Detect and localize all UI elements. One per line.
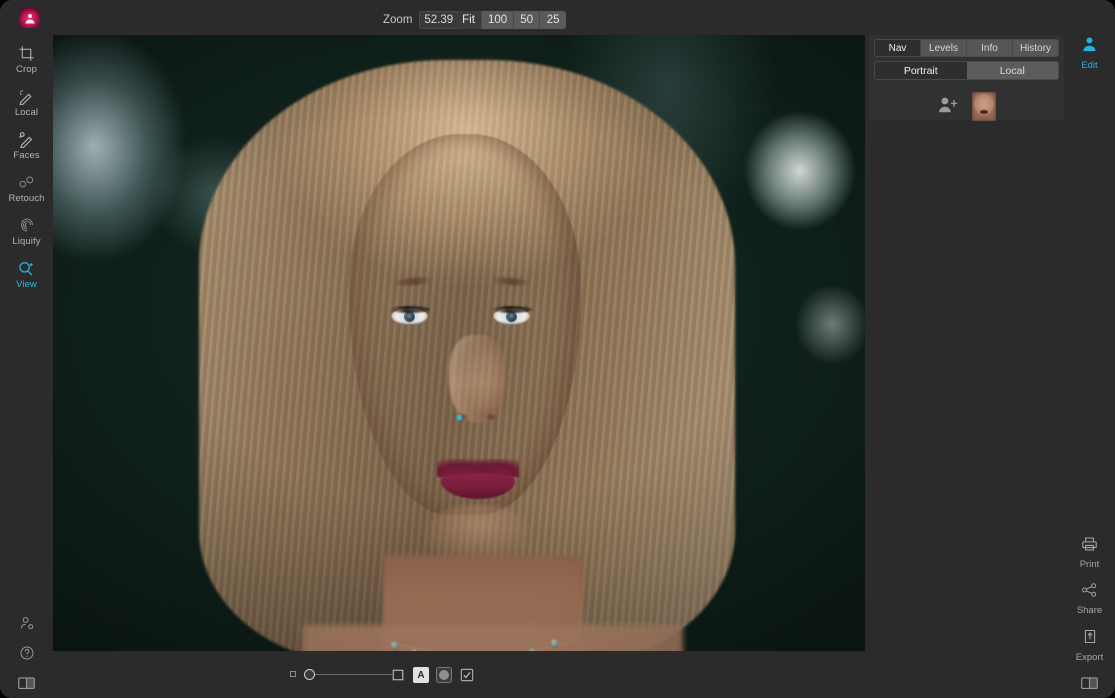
tool-retouch-label: Retouch	[8, 193, 45, 204]
slider-group	[290, 668, 392, 680]
top-toolbar: Zoom 52.39 Fit 100 50 25	[0, 0, 1115, 35]
left-toolbar: Crop Local Faces Retouch Liquify View	[0, 35, 53, 698]
share-nodes-icon	[1081, 582, 1098, 603]
retouch-marker	[457, 415, 462, 420]
export-upload-icon	[1082, 628, 1098, 650]
tool-view-label: View	[16, 279, 37, 290]
tab-levels[interactable]: Levels	[921, 40, 967, 56]
edit-label: Edit	[1081, 60, 1098, 71]
fit-button[interactable]: Fit	[456, 11, 482, 29]
tool-crop[interactable]: Crop	[0, 44, 53, 78]
zoom-slider[interactable]	[304, 668, 392, 680]
subtab-portrait[interactable]: Portrait	[875, 62, 967, 79]
tool-faces-label: Faces	[13, 150, 40, 161]
share-label: Share	[1076, 605, 1103, 616]
liquify-swirl-icon	[19, 216, 35, 234]
person-icon	[1081, 35, 1098, 58]
app-window: Zoom 52.39 Fit 100 50 25 Crop Local Face…	[0, 0, 1115, 698]
tool-view[interactable]: View	[0, 259, 53, 293]
tool-retouch[interactable]: Retouch	[0, 173, 53, 207]
photo-lips	[437, 459, 519, 501]
tool-local[interactable]: Local	[0, 87, 53, 121]
photo-nose	[449, 335, 505, 423]
portrait-photo	[53, 35, 865, 651]
edit-button[interactable]: Edit	[1064, 35, 1115, 71]
tool-liquify[interactable]: Liquify	[0, 216, 53, 250]
right-panel: Nav Levels Info History Portrait Local	[869, 35, 1064, 121]
photo-eye-right	[491, 306, 532, 325]
small-square-icon[interactable]	[290, 671, 296, 677]
magnifier-icon	[17, 259, 36, 277]
slider-track	[309, 674, 392, 675]
retouch-circles-icon	[18, 173, 36, 191]
bottom-toolbar: A Preview Reset All Cancel Done	[0, 658, 1115, 698]
zoom-label: Zoom	[383, 14, 413, 26]
square-outline-icon[interactable]	[390, 667, 406, 683]
slider-knob[interactable]	[304, 668, 315, 680]
zoom-25-button[interactable]: 25	[540, 11, 567, 29]
filled-circle-icon[interactable]	[436, 667, 452, 683]
tab-history[interactable]: History	[1013, 40, 1058, 56]
local-brush-icon	[18, 87, 35, 105]
tool-crop-label: Crop	[16, 64, 37, 75]
tool-faces[interactable]: Faces	[0, 130, 53, 164]
print-label: Print	[1079, 559, 1100, 570]
checkbox-check-icon[interactable]	[459, 667, 475, 683]
tool-liquify-label: Liquify	[12, 236, 41, 247]
tab-nav[interactable]: Nav	[875, 40, 921, 56]
face-list	[869, 92, 1064, 121]
zoom-100-button[interactable]: 100	[482, 11, 515, 29]
crop-icon	[18, 44, 35, 62]
print-button[interactable]: Print	[1064, 530, 1115, 576]
account-person-icon[interactable]	[0, 608, 53, 638]
photo-eye-left	[389, 306, 430, 325]
faces-brush-icon	[18, 130, 35, 148]
tool-local-label: Local	[14, 107, 39, 118]
letter-a-icon[interactable]: A	[413, 667, 429, 683]
panel-tabs: Nav Levels Info History	[874, 39, 1059, 57]
photo-canvas[interactable]	[53, 35, 865, 651]
subtab-local[interactable]: Local	[966, 62, 1058, 79]
printer-icon	[1081, 536, 1098, 557]
face-thumbnail[interactable]	[971, 92, 996, 121]
zoom-50-button[interactable]: 50	[514, 11, 541, 29]
right-rail-top: Edit	[1064, 35, 1115, 71]
fit-zoom-buttons: Fit 100 50 25	[456, 11, 567, 29]
zoom-value: 52.39	[424, 14, 454, 26]
add-person-icon[interactable]	[938, 96, 958, 118]
share-button[interactable]: Share	[1064, 576, 1115, 622]
tab-info[interactable]: Info	[967, 40, 1013, 56]
bottom-icon-buttons: A	[390, 667, 475, 683]
app-logo-icon[interactable]	[19, 8, 40, 28]
panel-subtabs: Portrait Local	[874, 61, 1059, 80]
